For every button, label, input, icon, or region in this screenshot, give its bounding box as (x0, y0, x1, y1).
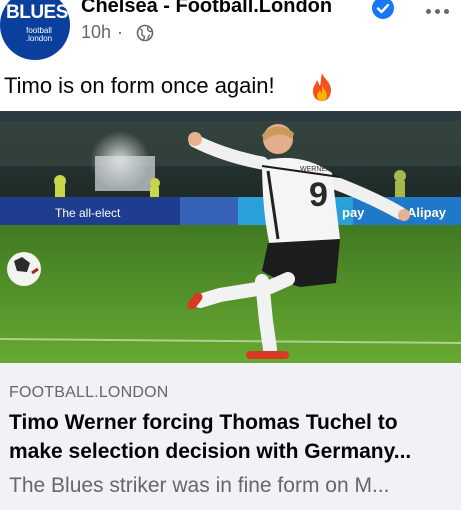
verified-badge-icon (372, 0, 394, 19)
avatar-title: BLUES (6, 2, 68, 23)
page-name-link[interactable]: Chelsea - Football.London (81, 0, 332, 18)
link-domain: FOOTBALL.LONDON (9, 384, 169, 401)
avatar-subtitle: football .london (22, 27, 56, 43)
link-headline-line2: make selection decision with Germany... (9, 440, 412, 463)
link-preview-image[interactable]: The all-elect pay Alipay WERNER 9 (0, 111, 461, 363)
post-meta: 10h · (81, 22, 129, 43)
post-header: BLUES football .london Chelsea - Footbal… (0, 0, 461, 62)
page-avatar[interactable]: BLUES football .london (0, 0, 70, 60)
more-options-icon[interactable] (420, 0, 456, 22)
board-text-3: Alipay (407, 205, 447, 220)
link-headline-line1: Timo Werner forcing Thomas Tuchel to (9, 411, 398, 434)
post-text: Timo is on form once again! (4, 73, 275, 98)
link-description: The Blues striker was in fine form on M.… (9, 474, 390, 497)
post-time[interactable]: 10h (81, 22, 111, 42)
shirt-name: WERNER (300, 166, 331, 173)
board-text-1: The all-elect (55, 206, 121, 220)
link-headline[interactable]: Timo Werner forcing Thomas Tuchel to mak… (9, 408, 455, 466)
shirt-number: 9 (309, 176, 328, 214)
meta-separator: · (117, 22, 124, 42)
globe-icon (136, 24, 154, 42)
avatar-subtitle-line2: .london (25, 34, 53, 43)
fire-emoji-icon (310, 72, 334, 102)
board-text-2: pay (342, 205, 365, 220)
